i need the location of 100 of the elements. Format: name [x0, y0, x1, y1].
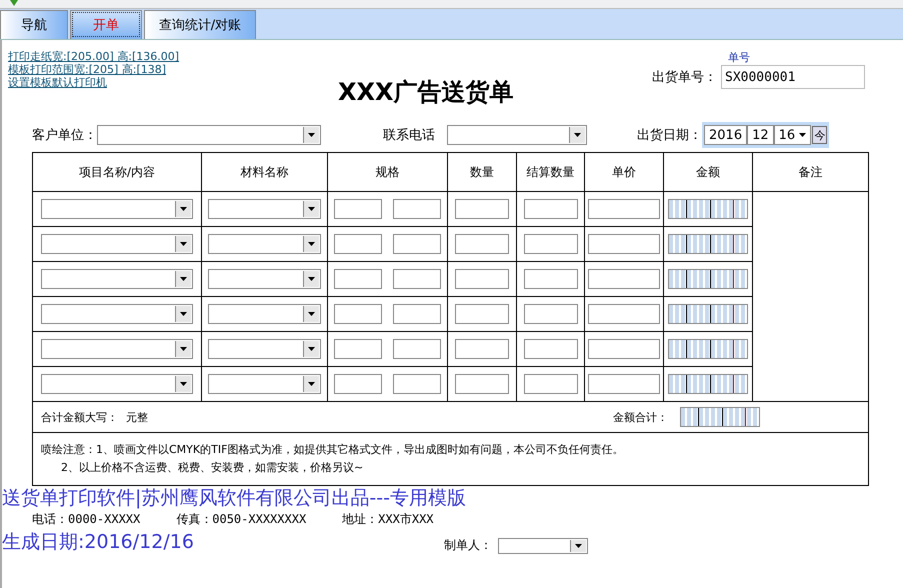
width-field[interactable] [334, 234, 382, 254]
dropdown-arrow-icon [308, 312, 315, 316]
material-dropdown[interactable] [208, 199, 321, 219]
note-text: 2、以上价格不含运费、税费、安装费，如需安装，价格另议~ [60, 460, 364, 476]
uppercase-total-label: 合计金额大写： [41, 410, 118, 424]
print-setting-link[interactable]: 设置模板默认打印机 [8, 76, 338, 89]
dropdown-arrow-icon [574, 544, 582, 548]
item-dropdown[interactable] [41, 234, 193, 254]
width-field[interactable] [334, 374, 382, 394]
dropdown-arrow-icon [180, 242, 187, 246]
settled-quantity-field[interactable] [524, 199, 578, 219]
dropdown-arrow-icon [180, 347, 187, 351]
order-caption: 单号 [728, 50, 751, 65]
customer-label: 客户单位： [32, 127, 97, 144]
column-header: 材料名称 [202, 152, 328, 192]
quantity-field[interactable] [455, 304, 509, 324]
amount-field[interactable] [668, 199, 748, 219]
form-title: XXX广告送货单 [338, 77, 515, 108]
material-dropdown[interactable] [208, 234, 321, 254]
unit-price-field[interactable] [588, 339, 660, 359]
dropdown-arrow-icon [308, 277, 315, 281]
dropdown-arrow-icon [180, 382, 187, 386]
material-dropdown[interactable] [208, 339, 321, 359]
month-selector[interactable]: 12 [747, 125, 774, 145]
print-setting-link[interactable]: 模板打印范围宽:[205] 高:[138] [8, 63, 338, 76]
order-number-field[interactable]: SX0000001 [721, 65, 865, 89]
day-selector[interactable]: 16 [774, 125, 812, 145]
height-field[interactable] [393, 199, 442, 219]
dropdown-arrow-icon [180, 207, 187, 211]
width-field[interactable] [334, 199, 382, 219]
width-field[interactable] [334, 339, 382, 359]
quantity-field[interactable] [455, 199, 509, 219]
dropdown-arrow-icon [180, 277, 187, 281]
material-dropdown[interactable] [208, 304, 321, 324]
material-dropdown[interactable] [208, 269, 321, 289]
dropdown-arrow-icon [308, 382, 315, 386]
contact-text: 地址：XXX市XXX [342, 510, 434, 528]
software-banner-text: 送货单打印软件|苏州鹰风软件有限公司出品---专用模版 [2, 486, 467, 510]
column-header: 项目名称/内容 [32, 152, 202, 192]
year-selector[interactable]: 2016 [704, 125, 748, 145]
item-dropdown[interactable] [41, 304, 193, 324]
column-header: 单价 [584, 152, 664, 192]
column-header: 规格 [328, 152, 448, 192]
column-header: 结算数量 [516, 152, 584, 192]
dropdown-arrow-icon [799, 133, 806, 138]
amount-field[interactable] [668, 339, 748, 359]
quantity-field[interactable] [455, 234, 509, 254]
dropdown-arrow-icon [308, 207, 315, 211]
order-number-label: 出货单号： [652, 69, 717, 86]
unit-price-field[interactable] [588, 199, 660, 219]
height-field[interactable] [393, 304, 442, 324]
unit-price-field[interactable] [588, 234, 660, 254]
phone-dropdown[interactable] [447, 125, 587, 145]
dropdown-arrow-icon [574, 133, 581, 137]
uppercase-total-value: 元整 [126, 410, 148, 424]
width-field[interactable] [334, 304, 382, 324]
sum-label: 金额合计： [613, 410, 668, 424]
customer-dropdown[interactable] [97, 125, 321, 145]
item-dropdown[interactable] [41, 199, 193, 219]
preparer-dropdown[interactable] [498, 538, 588, 554]
leaf-icon [10, 0, 18, 6]
tab[interactable]: 查询统计/对账 [144, 10, 256, 39]
dropdown-arrow-icon [308, 133, 315, 137]
amount-field[interactable] [668, 234, 748, 254]
height-field[interactable] [393, 339, 442, 359]
item-dropdown[interactable] [41, 269, 193, 289]
settled-quantity-field[interactable] [524, 304, 578, 324]
settled-quantity-field[interactable] [524, 374, 578, 394]
dropdown-arrow-icon [180, 312, 187, 316]
print-setting-link[interactable]: 打印走纸宽:[205.00] 高:[136.00] [8, 50, 338, 63]
settled-quantity-field[interactable] [524, 269, 578, 289]
unit-price-field[interactable] [588, 269, 660, 289]
amount-field[interactable] [668, 374, 748, 394]
height-field[interactable] [393, 234, 442, 254]
unit-price-field[interactable] [588, 374, 660, 394]
tab[interactable]: 导航 [0, 10, 68, 39]
dropdown-arrow-icon [308, 242, 315, 246]
amount-field[interactable] [668, 304, 748, 324]
contact-text: 传真：0050-XXXXXXXX [176, 510, 306, 528]
note-text: 喷绘注意：1、喷画文件以CMYK的TIF图格式为准，如提供其它格式文件，导出成图时如有问题，本公司不负任何责任。 [41, 442, 624, 458]
material-dropdown[interactable] [208, 374, 321, 394]
height-field[interactable] [393, 374, 442, 394]
generated-date: 生成日期:2016/12/16 [2, 530, 194, 554]
quantity-field[interactable] [455, 374, 509, 394]
width-field[interactable] [334, 269, 382, 289]
unit-price-field[interactable] [588, 304, 660, 324]
column-header: 备注 [752, 152, 868, 192]
phone-label: 联系电话 [383, 127, 435, 144]
settled-quantity-field[interactable] [524, 234, 578, 254]
date-label: 出货日期： [637, 127, 702, 144]
amount-field[interactable] [668, 269, 748, 289]
sum-field[interactable] [680, 407, 760, 427]
item-dropdown[interactable] [41, 339, 193, 359]
preparer-label: 制单人： [444, 537, 492, 554]
settled-quantity-field[interactable] [524, 339, 578, 359]
quantity-field[interactable] [455, 269, 509, 289]
height-field[interactable] [393, 269, 442, 289]
quantity-field[interactable] [455, 339, 509, 359]
today-button[interactable]: 今 [812, 126, 828, 144]
item-dropdown[interactable] [41, 374, 193, 394]
